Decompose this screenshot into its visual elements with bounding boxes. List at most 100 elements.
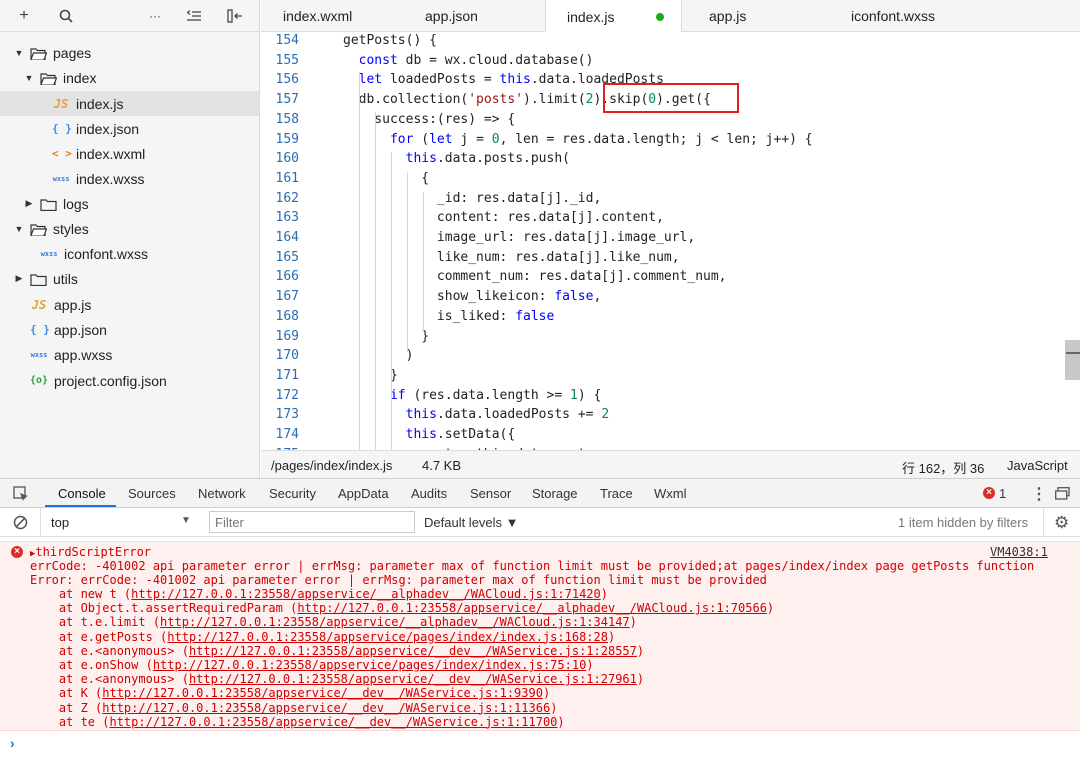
language-mode[interactable]: JavaScript <box>1007 458 1068 473</box>
tree-folder-styles[interactable]: ▼ styles <box>0 216 259 241</box>
tree-folder-index[interactable]: ▼ index <box>0 65 259 90</box>
tab-index-js[interactable]: index.js <box>545 0 682 33</box>
line-number: 174 <box>275 427 299 442</box>
stack-frame-prefix: at e.getPosts ( <box>30 629 168 644</box>
split-panel-icon[interactable] <box>223 4 247 28</box>
cursor-position[interactable]: 行 162，列 36 <box>902 458 984 477</box>
error-count[interactable]: 1 <box>999 486 1006 501</box>
context-select[interactable]: top ▼ <box>44 511 198 533</box>
tree-label: app.json <box>54 321 107 338</box>
stack-frame-suffix: ) <box>557 714 565 729</box>
devtools-tabbar: Console Sources Network Security AppData… <box>0 478 1080 508</box>
tree-file-index-json[interactable]: { } index.json <box>0 116 259 141</box>
editor-tabbar: index.wxml app.json index.js app.js icon… <box>261 0 1080 33</box>
devtools-tab-audits[interactable]: Audits <box>411 486 447 501</box>
indent-guide <box>423 192 424 332</box>
tree-file-app-wxss[interactable]: wxss app.wxss <box>0 342 259 367</box>
devtools-tab-trace[interactable]: Trace <box>600 486 633 501</box>
stack-frame-suffix: ) <box>550 700 558 715</box>
stack-frame-prefix: at new t ( <box>30 587 132 601</box>
code-text: getPosts() { <box>343 33 437 48</box>
tree-label: index.wxml <box>76 145 146 162</box>
collapse-icon[interactable] <box>182 4 206 28</box>
clear-console-icon[interactable] <box>13 515 28 533</box>
folder-icon <box>30 273 47 286</box>
line-number: 167 <box>275 289 299 305</box>
tree-folder-logs[interactable]: ▶ logs <box>0 191 259 216</box>
tree-file-index-wxss[interactable]: wxss index.wxss <box>0 166 259 191</box>
line-number: 173 <box>275 407 299 423</box>
devtools-tab-sources[interactable]: Sources <box>128 486 176 501</box>
code-line: 174 this.setData({ <box>261 425 1066 445</box>
tree-folder-utils[interactable]: ▶ utils <box>0 266 259 291</box>
tree-file-project-config[interactable]: {o} project.config.json <box>0 368 259 393</box>
stack-frame-link[interactable]: http://127.0.0.1:23558/appservice/__dev_… <box>109 715 557 729</box>
tree-file-iconfont-wxss[interactable]: wxss iconfont.wxss <box>0 241 259 266</box>
tab-app-js[interactable]: app.js <box>709 0 746 32</box>
code-text: comment_num: res.data[j].comment_num, <box>343 269 727 285</box>
devtools-tab-storage[interactable]: Storage <box>532 486 578 501</box>
stack-frame-link[interactable]: http://127.0.0.1:23558/appservice/__dev_… <box>102 686 543 700</box>
line-number: 154 <box>275 33 299 48</box>
line-number: 171 <box>275 367 299 383</box>
stack-frame-link[interactable]: http://127.0.0.1:23558/appservice/pages/… <box>167 630 608 644</box>
stack-frame-link[interactable]: http://127.0.0.1:23558/appservice/__dev_… <box>102 701 550 715</box>
tree-file-index-wxml[interactable]: < > index.wxml <box>0 141 259 166</box>
devtools-tab-security[interactable]: Security <box>269 486 316 501</box>
stack-frame-link[interactable]: http://127.0.0.1:23558/appservice/pages/… <box>153 658 586 672</box>
console-prompt-icon[interactable]: › <box>10 735 15 751</box>
code-line: 167 show_likeicon: false, <box>261 287 1066 307</box>
add-file-icon[interactable]: + <box>12 4 36 28</box>
indent-guide <box>359 72 360 450</box>
tree-file-index-js[interactable]: JS index.js <box>0 91 259 116</box>
console-output[interactable]: × ▶thirdScriptError VM4038:1 errCode: -4… <box>0 537 1080 783</box>
tree-label: iconfont.wxss <box>64 245 149 262</box>
stack-frame: at K (http://127.0.0.1:23558/appservice/… <box>30 686 550 700</box>
stack-frame-link[interactable]: http://127.0.0.1:23558/appservice/__alph… <box>160 615 630 629</box>
editor-scrollbar[interactable] <box>1065 340 1080 380</box>
tab-app-json[interactable]: app.json <box>425 0 478 32</box>
tab-iconfont-wxss[interactable]: iconfont.wxss <box>851 0 935 32</box>
line-number: 172 <box>275 387 299 403</box>
code-line: 154 getPosts() { <box>261 32 1066 51</box>
stack-frame-suffix: ) <box>629 615 637 630</box>
error-message: × ▶thirdScriptError VM4038:1 errCode: -4… <box>0 541 1080 731</box>
stack-frame-suffix: ) <box>636 672 645 687</box>
wxml-file-icon: < > <box>52 147 72 160</box>
stack-frame-link[interactable]: http://127.0.0.1:23558/appservice/__dev_… <box>189 644 637 658</box>
inspect-element-icon[interactable] <box>13 486 29 505</box>
stack-frame-link[interactable]: http://127.0.0.1:23558/appservice/__dev_… <box>189 672 637 686</box>
stack-frame-link[interactable]: http://127.0.0.1:23558/appservice/__alph… <box>297 601 767 615</box>
devtools-tab-network[interactable]: Network <box>198 486 246 501</box>
tree-file-app-json[interactable]: { } app.json <box>0 317 259 342</box>
undock-icon[interactable] <box>1055 487 1070 503</box>
devtools-tab-wxml[interactable]: Wxml <box>654 486 687 501</box>
devtools-tab-appdata[interactable]: AppData <box>338 486 389 501</box>
tree-file-app-js[interactable]: JS app.js <box>0 292 259 317</box>
line-number: 165 <box>275 249 299 265</box>
active-tab-indicator <box>45 505 116 507</box>
tree-label: project.config.json <box>54 372 167 389</box>
stack-frame-link[interactable]: http://127.0.0.1:23558/appservice/__alph… <box>131 587 601 601</box>
search-icon[interactable] <box>54 4 78 28</box>
code-line: 163 content: res.data[j].content, <box>261 208 1066 228</box>
devtools-tab-console[interactable]: Console <box>58 486 106 501</box>
line-number: 160 <box>275 151 299 167</box>
stack-frame: at e.getPosts (http://127.0.0.1:23558/ap… <box>30 630 615 644</box>
console-filter-input[interactable] <box>209 511 415 533</box>
gear-icon[interactable]: ⚙ <box>1054 513 1069 533</box>
code-line: 164 image_url: res.data[j].image_url, <box>261 228 1066 248</box>
more-icon[interactable]: ··· <box>143 4 167 28</box>
folder-icon <box>40 198 57 211</box>
caret-right-icon: ▶ <box>25 198 33 208</box>
log-levels-select[interactable]: Default levels ▼ <box>424 515 519 530</box>
stack-frame: at new t (http://127.0.0.1:23558/appserv… <box>30 587 608 601</box>
indent-guide <box>391 152 392 450</box>
tree-folder-pages[interactable]: ▼ pages <box>0 40 259 65</box>
devtools-tab-sensor[interactable]: Sensor <box>470 486 511 501</box>
kebab-menu-icon[interactable]: ⋮ <box>1031 484 1047 504</box>
error-source-link[interactable]: VM4038:1 <box>990 545 1048 559</box>
code-text: const db = wx.cloud.database() <box>358 52 594 68</box>
stack-frame-prefix: at e.onShow ( <box>30 658 153 672</box>
tab-index-wxml[interactable]: index.wxml <box>283 0 352 32</box>
